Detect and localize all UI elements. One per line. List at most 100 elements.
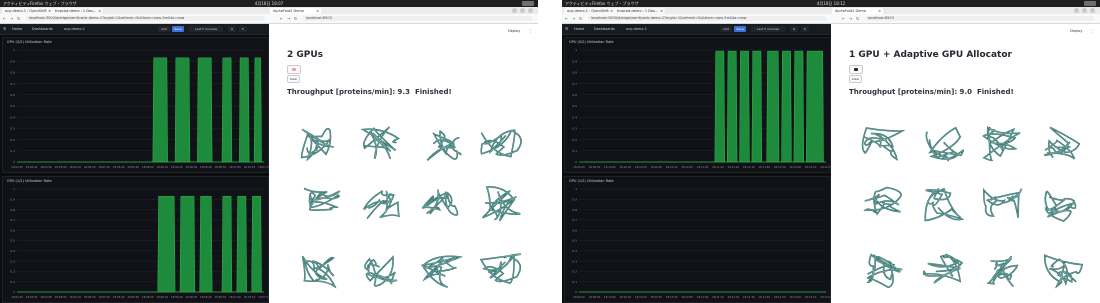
x-tick-label: 18:06:10 [156, 295, 168, 299]
protein-ribbon [364, 255, 398, 287]
x-tick-label: 18:11:10 [712, 295, 724, 299]
y-tick-label: 0.2 [572, 138, 577, 142]
breadcrumb-dashboards[interactable]: Dashboards [594, 24, 615, 34]
protein-structure-image [913, 179, 973, 229]
y-tick-label: 0.1 [572, 149, 577, 153]
menu-icon[interactable]: ☰ [3, 24, 6, 34]
time-range-picker[interactable]: Last 5 minutes [189, 26, 223, 32]
x-tick-label: 18:05:10 [69, 165, 81, 169]
maximize-icon[interactable] [1082, 8, 1087, 13]
x-tick-label: 18:11:10 [712, 165, 724, 169]
protein-structure-image [913, 246, 973, 296]
maximize-icon[interactable] [520, 8, 525, 13]
address-input[interactable]: localhost:3000/d/edge/zamf/cacb-demo-2?o… [588, 16, 827, 21]
run-icon [854, 68, 858, 71]
breadcrumb-dashboard[interactable]: ocp-demo-1 [64, 24, 85, 34]
forward-icon[interactable]: → [287, 16, 290, 21]
menu-icon[interactable]: ☰ [565, 24, 568, 34]
close-window-icon[interactable] [528, 8, 533, 13]
utilization-burst [781, 50, 792, 163]
zoom-out-icon[interactable]: ⊖ [790, 26, 798, 32]
minimize-icon[interactable] [512, 8, 517, 13]
x-tick-label: 18:06:50 [215, 295, 227, 299]
clock[interactable]: 4月18日 18:07 [0, 0, 538, 7]
desktop-topbar: アクティビティ Firefox ウェブ・ブラウザ 4月18日 18:12 [562, 0, 1100, 7]
address-input[interactable]: localhost:8503 [865, 16, 1094, 21]
breadcrumb-home[interactable]: Home [574, 24, 584, 34]
grafana-dashboard: ☰ Home Dashboards ocp-demo-1 Add Save La… [562, 24, 831, 303]
y-tick-label: 1 [13, 48, 15, 52]
run-button[interactable] [849, 65, 863, 74]
x-tick-label: 18:12:10 [805, 165, 817, 169]
protein-structure-image [351, 179, 411, 229]
x-tick-label: 18:11:30 [743, 165, 755, 169]
save-button[interactable]: Save [172, 26, 184, 32]
deploy-button[interactable]: Deploy [508, 29, 520, 33]
protein-ribbon-highlight [923, 254, 963, 284]
app-header: Deploy ⋮ [1063, 29, 1094, 33]
reload-icon[interactable]: ↻ [579, 16, 582, 21]
minimize-icon[interactable] [1074, 8, 1079, 13]
system-tray-icon[interactable] [1084, 1, 1096, 6]
x-tick-label: 18:04:30 [11, 295, 23, 299]
forward-icon[interactable]: → [849, 16, 852, 21]
y-tick-label: 0.1 [572, 280, 577, 284]
back-icon[interactable]: ← [3, 16, 6, 21]
reload-icon[interactable]: ↻ [17, 16, 20, 21]
protein-structure-image [973, 119, 1033, 169]
breadcrumb-dashboard[interactable]: ocp-demo-1 [626, 24, 647, 34]
x-tick-label: 18:05:00 [55, 295, 67, 299]
add-button[interactable]: Add [158, 26, 170, 32]
run-button[interactable] [287, 65, 301, 74]
x-tick-label: 18:05:50 [127, 165, 139, 169]
protein-ribbon [426, 130, 462, 162]
breadcrumb-home[interactable]: Home [12, 24, 22, 34]
clear-button[interactable]: Clear [849, 75, 862, 83]
x-tick-label: 18:06:00 [142, 295, 154, 299]
forward-icon[interactable]: → [572, 16, 575, 21]
forward-icon[interactable]: → [10, 16, 13, 21]
reload-icon[interactable]: ↻ [294, 16, 297, 21]
reload-icon[interactable]: ↻ [856, 16, 859, 21]
deploy-button[interactable]: Deploy [1070, 29, 1082, 33]
close-window-icon[interactable] [1090, 8, 1095, 13]
clear-button[interactable]: Clear [287, 75, 300, 83]
back-icon[interactable]: ← [565, 16, 568, 21]
gpu-utilization-panel[interactable]: GPU (0/2) Utilization Rate 1 0.9 0.8 0.7 0.6… [2, 37, 269, 173]
gpu-utilization-panel[interactable]: GPU (1/2) Utilization Rate 1 0.9 0.8 0.7 0.6… [2, 176, 269, 303]
status-text: Finished! [415, 88, 452, 96]
x-tick-label: 18:07:10 [244, 165, 256, 169]
add-button[interactable]: Add [720, 26, 732, 32]
zoom-out-icon[interactable]: ⊖ [228, 26, 236, 32]
refresh-icon[interactable]: ↻ [801, 26, 809, 32]
time-range-picker[interactable]: Last 5 minutes [751, 26, 785, 32]
y-tick-label: 0.1 [10, 149, 15, 153]
back-icon[interactable]: ← [842, 16, 845, 21]
main-menu-icon[interactable]: ⋮ [1091, 29, 1095, 33]
address-input[interactable]: localhost:8503 [303, 16, 532, 21]
x-tick-label: 18:10:30 [650, 165, 662, 169]
save-button[interactable]: Save [734, 26, 746, 32]
breadcrumb-dashboards[interactable]: Dashboards [32, 24, 53, 34]
x-tick-label: 18:06:20 [171, 295, 183, 299]
utilization-burst [152, 57, 168, 163]
protein-structure-image [853, 246, 913, 296]
grafana-dashboard: ☰ Home Dashboards ocp-demo-1 Add Save La… [0, 24, 269, 303]
address-input[interactable]: localhost:3000/d/edge/zamf/cacb-demo-1?o… [26, 16, 265, 21]
x-tick-label: 18:05:20 [84, 295, 96, 299]
utilization-burst [714, 50, 725, 163]
gpu-utilization-panel[interactable]: GPU (0/2) Utilization Rate 1 0.9 0.8 0.7 0.6… [564, 37, 831, 173]
gpu-utilization-panel[interactable]: GPU (1/2) Utilization Rate 1 0.9 0.8 0.7 0.6… [564, 176, 831, 303]
refresh-icon[interactable]: ↻ [239, 26, 247, 32]
x-tick-label: 18:10:50 [681, 165, 693, 169]
clock[interactable]: 4月18日 18:12 [562, 0, 1100, 7]
back-icon[interactable]: ← [280, 16, 283, 21]
protein-ribbon [480, 129, 522, 158]
tab-label: tmpcad-demo : 1 Das… [55, 9, 97, 13]
utilization-burst [179, 195, 196, 293]
utilization-burst [766, 50, 780, 163]
x-tick-label: 18:11:20 [728, 295, 740, 299]
system-tray-icon[interactable] [522, 1, 534, 6]
main-menu-icon[interactable]: ⋮ [529, 29, 533, 33]
y-tick-label: 1 [575, 187, 577, 191]
